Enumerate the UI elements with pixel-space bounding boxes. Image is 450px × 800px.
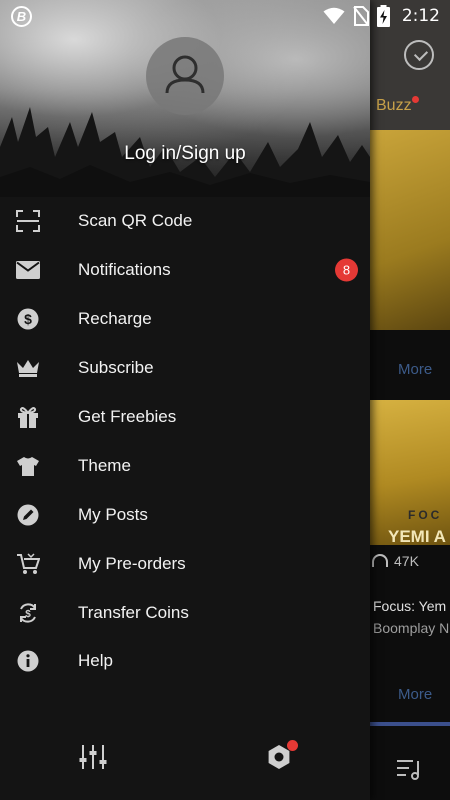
- menu-item-notifications[interactable]: Notifications 8: [0, 246, 370, 295]
- download-icon[interactable]: [404, 40, 434, 70]
- transfer-coin-icon: $: [16, 601, 40, 625]
- play-count-value: 47K: [394, 553, 419, 569]
- menu-label: Transfer Coins: [78, 602, 189, 622]
- pencil-circle-icon: [16, 503, 40, 527]
- gift-icon: [16, 405, 40, 429]
- user-icon: [165, 55, 205, 94]
- menu-label: Subscribe: [78, 358, 154, 378]
- banner-image[interactable]: [370, 130, 450, 330]
- wifi-icon: [323, 7, 345, 24]
- crown-icon: [16, 356, 40, 380]
- menu-item-scan-qr-code[interactable]: Scan QR Code: [0, 197, 370, 246]
- status-bar: B 2:12: [0, 0, 450, 32]
- album-cover-text: FOC: [408, 508, 443, 522]
- svg-text:$: $: [24, 311, 32, 327]
- cart-icon: [16, 552, 40, 576]
- album-cover-artist: YEMI A: [388, 527, 446, 546]
- menu-item-subscribe[interactable]: Subscribe: [0, 344, 370, 393]
- svg-text:$: $: [25, 609, 31, 620]
- avatar[interactable]: [146, 37, 224, 115]
- menu-label: My Posts: [78, 504, 148, 524]
- status-icons: 2:12: [323, 5, 440, 27]
- tab-buzz-dot: [412, 96, 419, 103]
- menu-label: My Pre-orders: [78, 553, 186, 573]
- menu-item-help[interactable]: Help: [0, 637, 370, 686]
- playlist-icon[interactable]: [396, 758, 422, 780]
- menu-item-get-freebies[interactable]: Get Freebies: [0, 393, 370, 442]
- menu-item-my-pre-orders[interactable]: My Pre-orders: [0, 539, 370, 588]
- notification-count-badge: 8: [335, 258, 358, 282]
- tab-buzz[interactable]: Buzz: [376, 97, 412, 115]
- album-title[interactable]: Focus: Yem: [373, 598, 446, 614]
- play-count: 47K: [372, 553, 419, 569]
- headphones-icon: [372, 554, 388, 567]
- battery-charging-icon: [376, 5, 390, 27]
- login-signup-link[interactable]: Log in/Sign up: [0, 143, 370, 165]
- menu-label: Theme: [78, 455, 131, 475]
- menu-label: Get Freebies: [78, 407, 177, 426]
- drawer-footer: [0, 728, 370, 788]
- dollar-coin-icon: $: [16, 307, 40, 331]
- menu-label: Help: [78, 651, 113, 671]
- album-cover[interactable]: [370, 400, 450, 545]
- menu-item-theme[interactable]: Theme: [0, 441, 370, 490]
- more-link-2[interactable]: More: [398, 686, 432, 703]
- progress-bar: [370, 722, 450, 726]
- navigation-drawer: Log in/Sign up Scan QR Code Notification…: [0, 0, 370, 800]
- no-sim-icon: [353, 6, 369, 26]
- menu-label: Scan QR Code: [78, 211, 193, 231]
- status-time: 2:12: [401, 6, 440, 26]
- equalizer-icon[interactable]: [78, 742, 108, 772]
- drawer-menu: Scan QR Code Notifications 8 $ Recharge …: [0, 197, 370, 686]
- boomplay-logo-icon: B: [11, 6, 32, 27]
- info-icon: [16, 649, 40, 673]
- envelope-icon: [16, 258, 40, 282]
- scan-qr-icon: [16, 209, 40, 233]
- menu-item-my-posts[interactable]: My Posts: [0, 490, 370, 539]
- album-subtitle: Boomplay N: [373, 620, 450, 636]
- more-link[interactable]: More: [398, 361, 432, 378]
- menu-item-transfer-coins[interactable]: $ Transfer Coins: [0, 588, 370, 637]
- menu-label: Recharge: [78, 309, 152, 329]
- menu-item-recharge[interactable]: $ Recharge: [0, 295, 370, 344]
- tshirt-icon: [16, 454, 40, 478]
- settings-notification-dot: [287, 740, 298, 751]
- menu-label: Notifications: [78, 260, 171, 280]
